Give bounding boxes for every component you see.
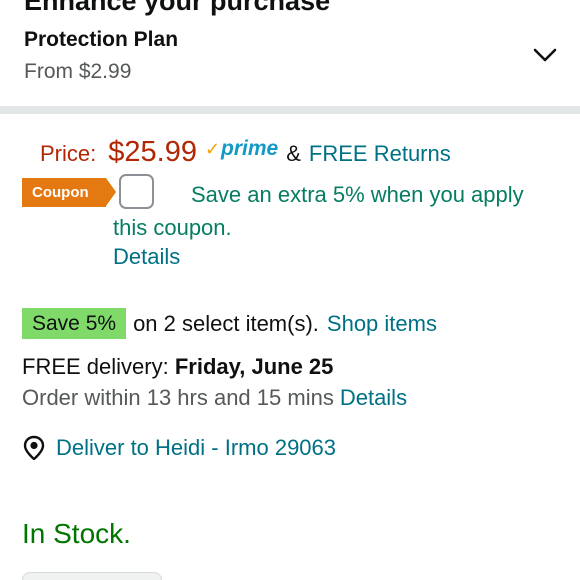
protection-plan-name: Protection Plan [24,28,179,51]
location-pin-icon [23,435,45,461]
coupon-checkbox[interactable] [119,174,154,209]
chevron-down-icon[interactable] [532,46,558,64]
delivery-details-link[interactable]: Details [340,385,407,410]
delivery-prefix: FREE delivery: [22,354,169,379]
enhance-purchase-heading: Enhance your purchase [24,0,331,16]
section-divider [0,106,580,114]
save-offer-description: on 2 select item(s). [133,310,319,336]
delivery-info: FREE delivery: Friday, June 25 [22,354,333,380]
free-returns-link[interactable]: FREE Returns [309,141,451,167]
save-offer-row: Save 5% on 2 select item(s). Shop items [22,308,437,339]
price-label: Price: [40,141,97,166]
coupon-badge: Coupon [22,178,116,207]
prime-badge[interactable]: ✓ prime [205,137,278,161]
ampersand: & [286,141,301,166]
coupon-details-link[interactable]: Details [113,244,180,270]
prime-logo-text: prime [221,137,279,160]
deliver-to-text[interactable]: Deliver to Heidi - Irmo 29063 [56,435,336,461]
prime-check-icon: ✓ [204,139,221,159]
shop-items-link[interactable]: Shop items [327,311,437,337]
quantity-dropdown[interactable] [22,572,162,580]
delivery-date: Friday, June 25 [174,354,334,379]
save-percent-badge: Save 5% [22,308,127,339]
coupon-description: Save an extra 5% when you apply this cou… [113,182,524,240]
deliver-to-location[interactable]: Deliver to Heidi - Irmo 29063 [22,435,336,461]
price-row: Price: $25.99 ✓ prime & FREE Returns [40,136,451,169]
price-value: $25.99 [108,136,197,168]
protection-plan-price: From $2.99 [24,60,132,83]
order-within-text: Order within 13 hrs and 15 mins [22,385,334,410]
order-within-info: Order within 13 hrs and 15 mins Details [22,385,407,411]
protection-plan-row[interactable]: Protection Plan From $2.99 [0,26,580,90]
stock-status: In Stock. [22,518,131,549]
